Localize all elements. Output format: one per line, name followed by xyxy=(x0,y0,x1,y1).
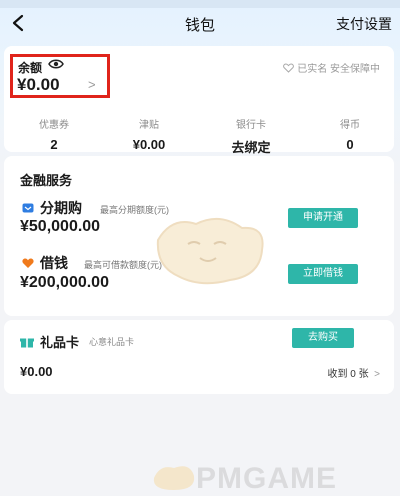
balance-value: ¥0.00 xyxy=(17,75,60,94)
eye-icon[interactable] xyxy=(48,58,64,70)
stat-label: 优惠券 xyxy=(39,120,69,131)
payment-settings-link[interactable]: 支付设置 xyxy=(336,14,392,34)
stat-value: 2 xyxy=(50,137,58,152)
stat-coupons[interactable]: 优惠券 2 xyxy=(19,116,89,152)
stat-value: 0 xyxy=(346,137,354,152)
chevron-right-icon: > xyxy=(371,369,380,380)
stat-value: 去绑定 xyxy=(231,140,271,155)
mascot-watermark-icon xyxy=(156,217,264,285)
stat-label: 得币 xyxy=(340,120,360,131)
gift-card-title: 礼品卡 xyxy=(40,335,80,350)
watermark-text: PMGAME xyxy=(196,462,337,495)
gift-card-amount: ¥0.00 xyxy=(20,364,53,379)
product-name: 借钱 xyxy=(40,255,68,271)
stat-bank-card[interactable]: 银行卡 去绑定 xyxy=(216,116,286,156)
buy-gift-card-button[interactable]: 去购买 xyxy=(292,328,354,348)
product-amount: ¥50,000.00 xyxy=(20,218,101,235)
product-name: 分期购 xyxy=(40,200,82,216)
gift-icon xyxy=(20,338,34,348)
balance-label: 余额 xyxy=(18,61,43,75)
card-icon xyxy=(22,203,34,213)
stat-label: 银行卡 xyxy=(236,120,266,131)
verification-status: 已实名 安全保障中 xyxy=(283,60,380,75)
stat-allowance[interactable]: 津贴 ¥0.00 xyxy=(114,116,184,152)
stat-coins[interactable]: 得币 0 xyxy=(315,116,385,152)
received-count-text: 收到 0 张 xyxy=(327,369,369,380)
section-title: 金融服务 xyxy=(20,173,73,188)
chevron-right-icon[interactable]: > xyxy=(88,77,96,92)
verification-text: 已实名 安全保障中 xyxy=(297,64,380,75)
product-amount: ¥200,000.00 xyxy=(20,274,109,291)
apply-open-button[interactable]: 申请开通 xyxy=(288,208,358,228)
navigation-bar: 钱包 支付设置 xyxy=(0,8,400,40)
balance-card: 余额 ¥0.00 > 已实名 安全保障中 优惠券 2 津贴 ¥0.00 银行卡 … xyxy=(4,46,394,155)
borrow-now-button[interactable]: 立即借钱 xyxy=(288,264,358,284)
gift-card-received-count[interactable]: 收到 0 张 > xyxy=(327,365,380,380)
stat-value: ¥0.00 xyxy=(132,137,166,152)
stat-label: 津贴 xyxy=(139,120,159,131)
gift-card-section: 礼品卡 心意礼品卡 去购买 ¥0.00 收到 0 张 > xyxy=(4,320,394,394)
status-bar xyxy=(0,0,400,8)
chevron-left-icon[interactable] xyxy=(8,12,30,34)
heart-hands-icon xyxy=(22,258,34,268)
gift-card-subtitle: 心意礼品卡 xyxy=(89,337,135,347)
shield-heart-icon xyxy=(283,62,295,73)
mascot-logo-icon xyxy=(153,466,195,490)
